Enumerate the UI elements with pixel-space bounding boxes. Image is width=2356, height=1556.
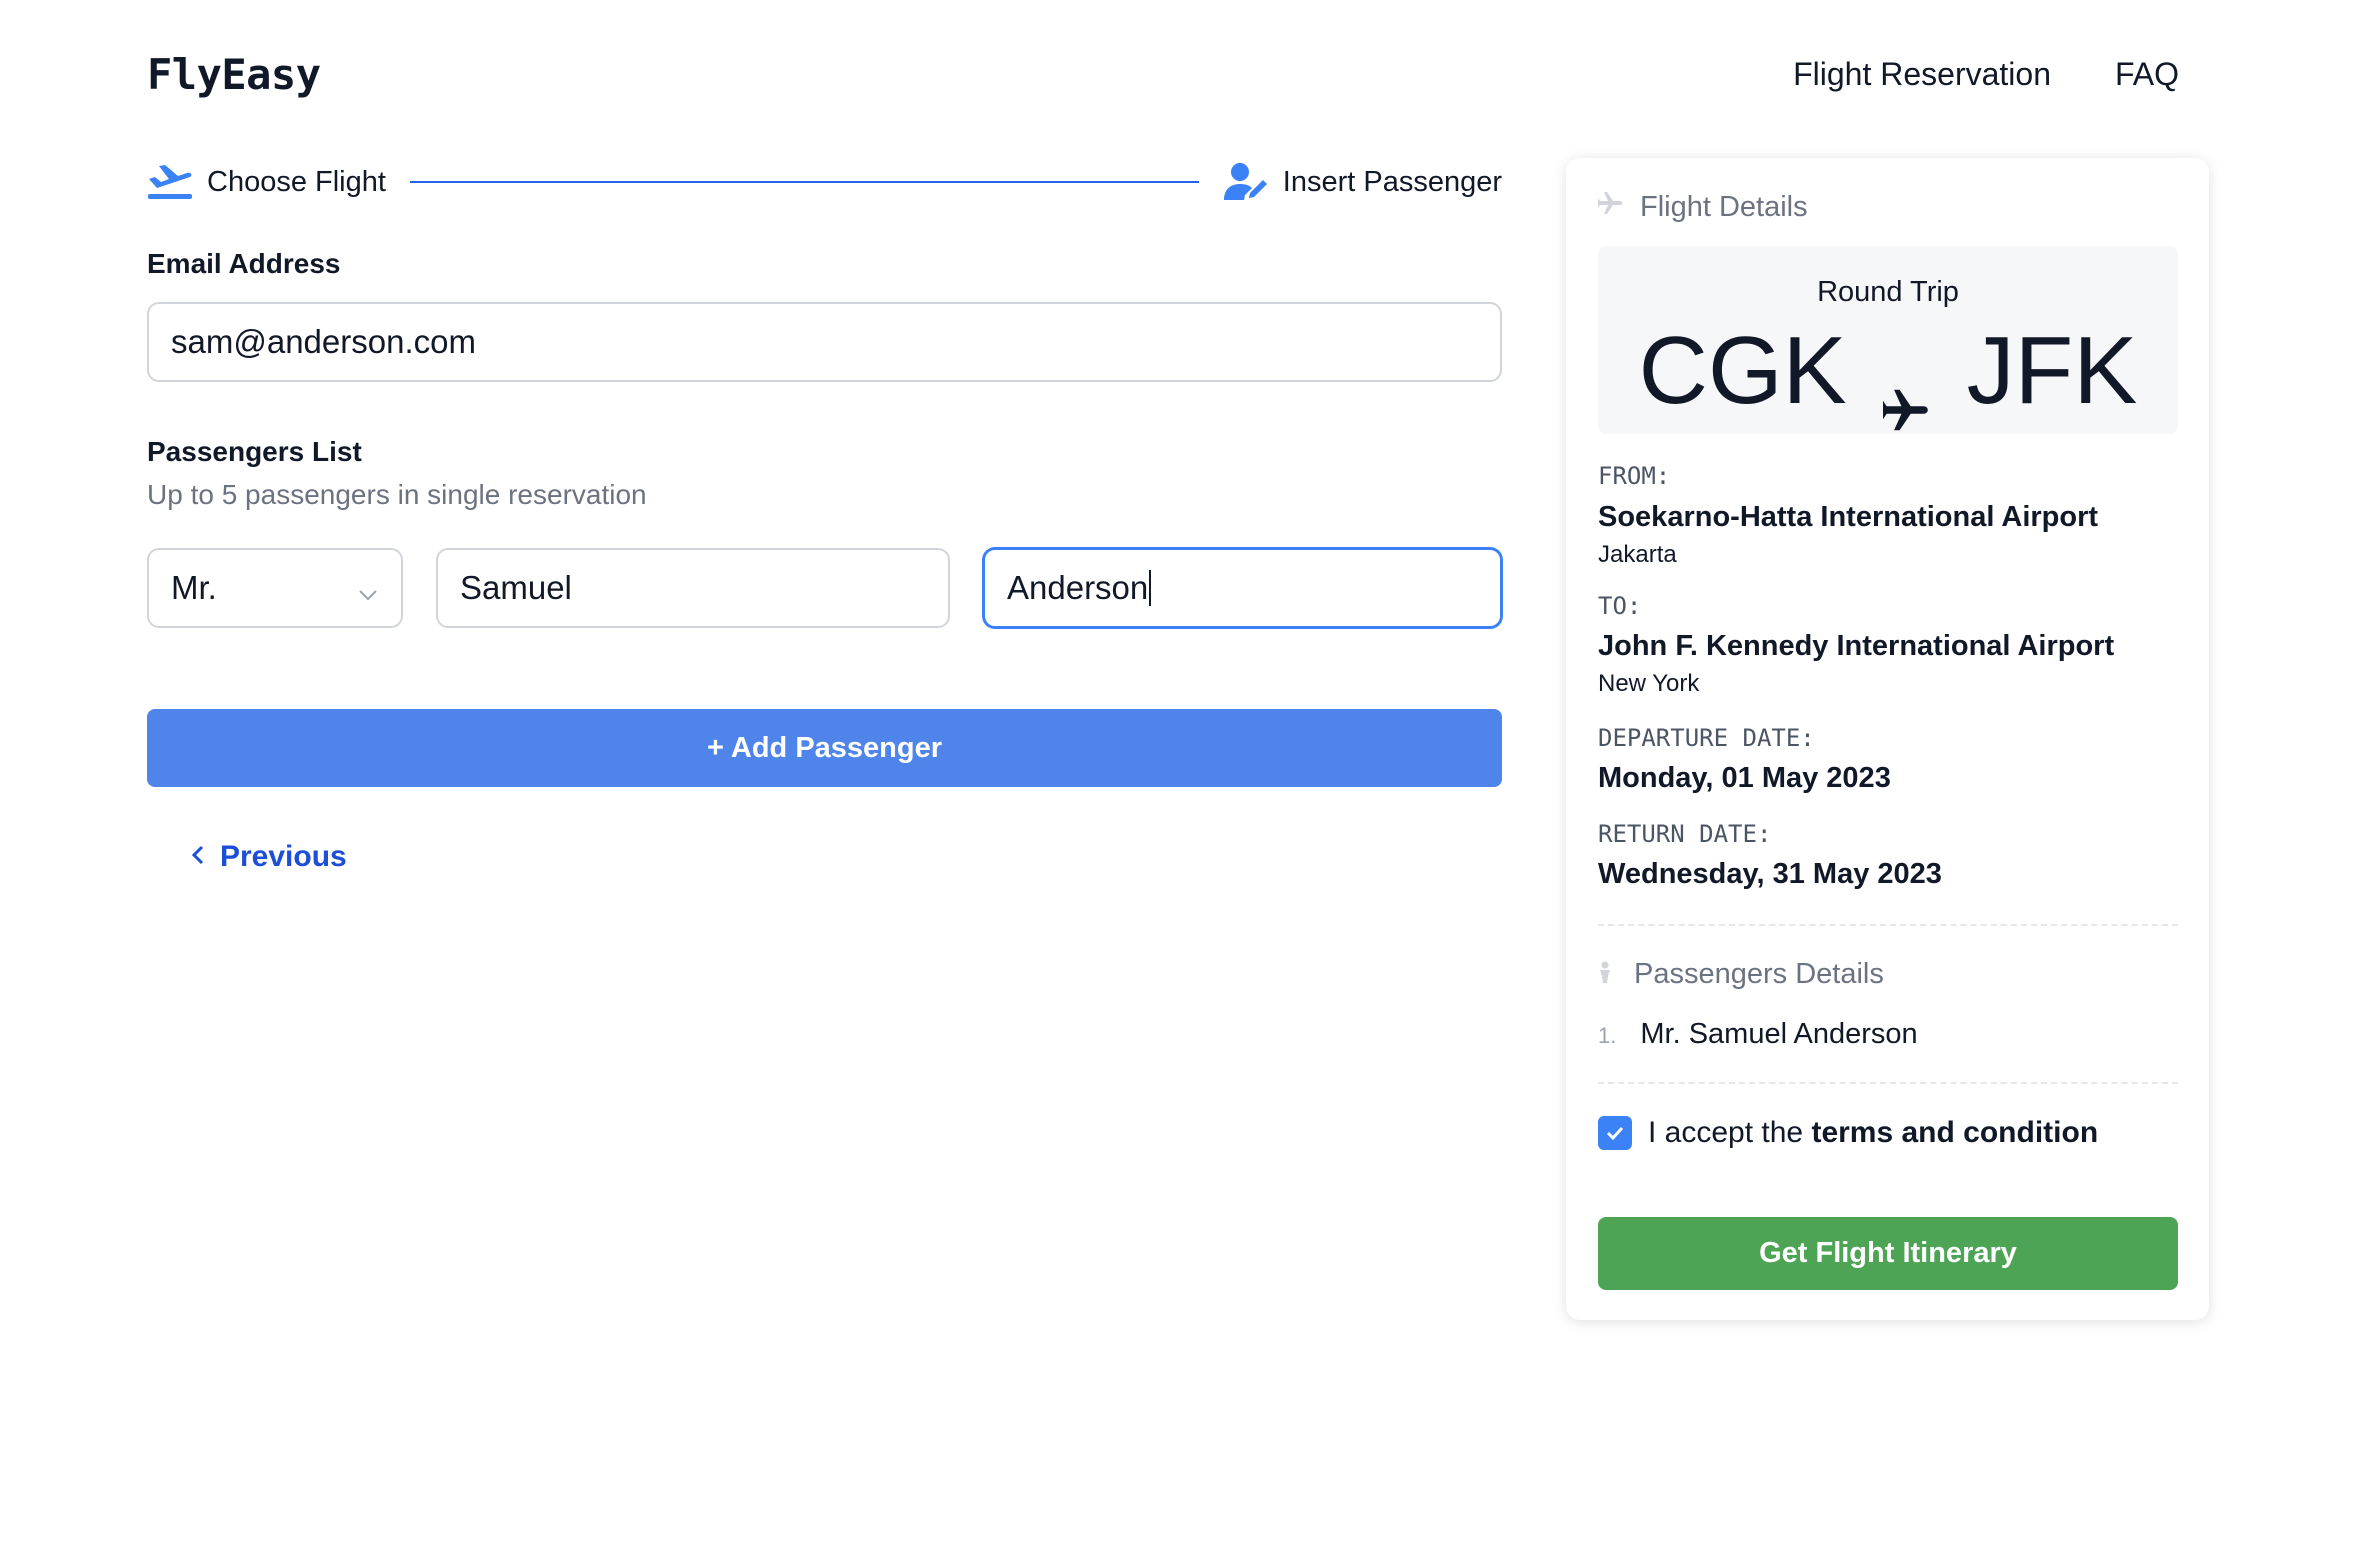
route-codes: CGK JFK [1598, 316, 2178, 431]
nav-faq[interactable]: FAQ [2115, 56, 2179, 93]
plane-icon [1882, 347, 1931, 431]
flight-details-title: Flight Details [1640, 190, 1808, 223]
text-caret [1149, 570, 1152, 606]
origin-code: CGK [1638, 317, 1847, 424]
first-name-input[interactable]: Samuel [436, 548, 950, 628]
return-date: Wednesday, 31 May 2023 [1598, 858, 1942, 890]
terms-link[interactable]: terms and condition [1811, 1116, 2098, 1149]
email-input[interactable]: sam@anderson.com [147, 302, 1502, 382]
add-passenger-button[interactable]: + Add Passenger [147, 709, 1502, 787]
plane-icon [1598, 190, 1624, 224]
trip-type: Round Trip [1817, 276, 1959, 308]
step-choose-flight: Choose Flight [147, 162, 386, 202]
passengers-list-label: Passengers List [147, 436, 362, 467]
passengers-hint: Up to 5 passengers in single reservation [147, 479, 647, 510]
departure-date-label: DEPARTURE DATE: [1598, 724, 1815, 752]
email-value: sam@anderson.com [171, 323, 476, 360]
to-airport: John F. Kennedy International Airport [1598, 630, 2115, 662]
flight-details-header: Flight Details [1598, 190, 1808, 224]
chevron-left-icon [190, 840, 206, 874]
from-airport: Soekarno-Hatta International Airport [1598, 501, 2099, 533]
passenger-name: Mr. Samuel Anderson [1640, 1018, 1918, 1050]
to-label: TO: [1598, 592, 1642, 620]
previous-label: Previous [220, 840, 347, 873]
progress-stepper: Choose Flight Insert Passenger [147, 160, 1502, 204]
last-name-value: Anderson [1007, 569, 1149, 606]
title-value: Mr. [171, 569, 217, 606]
last-name-input[interactable]: Anderson [983, 548, 1502, 628]
section-divider [1598, 924, 2178, 926]
flight-summary-card: Flight Details Round Trip CGK JFK FROM: … [1566, 158, 2209, 1320]
return-date-label: RETURN DATE: [1598, 820, 1772, 848]
plane-departure-icon [147, 162, 193, 202]
terms-row: I accept the terms and condition [1598, 1116, 2098, 1150]
email-label: Email Address [147, 248, 341, 279]
top-nav: Flight Reservation FAQ [1793, 56, 2179, 93]
chevron-down-icon [357, 576, 379, 614]
check-icon [1606, 1126, 1624, 1141]
step-label: Insert Passenger [1282, 165, 1502, 198]
get-itinerary-button[interactable]: Get Flight Itinerary [1598, 1217, 2178, 1290]
user-edit-icon [1223, 162, 1269, 202]
first-name-value: Samuel [460, 569, 572, 606]
step-label: Choose Flight [207, 165, 386, 198]
brand-logo[interactable]: FlyEasy [147, 50, 321, 99]
passengers-details-header: Passengers Details [1598, 958, 1884, 991]
section-divider [1598, 1082, 2178, 1084]
from-label: FROM: [1598, 462, 1671, 490]
passenger-number: 1. [1598, 1023, 1617, 1048]
nav-flight-reservation[interactable]: Flight Reservation [1793, 56, 2051, 93]
person-icon [1598, 958, 1612, 991]
passenger-list-item: 1. Mr. Samuel Anderson [1598, 1018, 1918, 1051]
step-insert-passenger: Insert Passenger [1223, 162, 1502, 202]
destination-code: JFK [1966, 317, 2138, 424]
departure-date: Monday, 01 May 2023 [1598, 762, 1891, 794]
terms-text: I accept the terms and condition [1648, 1116, 2098, 1150]
previous-link[interactable]: Previous [190, 840, 347, 874]
to-city: New York [1598, 670, 1700, 697]
from-city: Jakarta [1598, 541, 1677, 568]
terms-prefix: I accept the [1648, 1116, 1804, 1149]
route-box: Round Trip CGK JFK [1598, 246, 2178, 434]
passengers-details-title: Passengers Details [1634, 958, 1884, 990]
step-connector [409, 181, 1199, 183]
terms-checkbox[interactable] [1598, 1116, 1632, 1150]
title-select[interactable]: Mr. [147, 548, 403, 628]
